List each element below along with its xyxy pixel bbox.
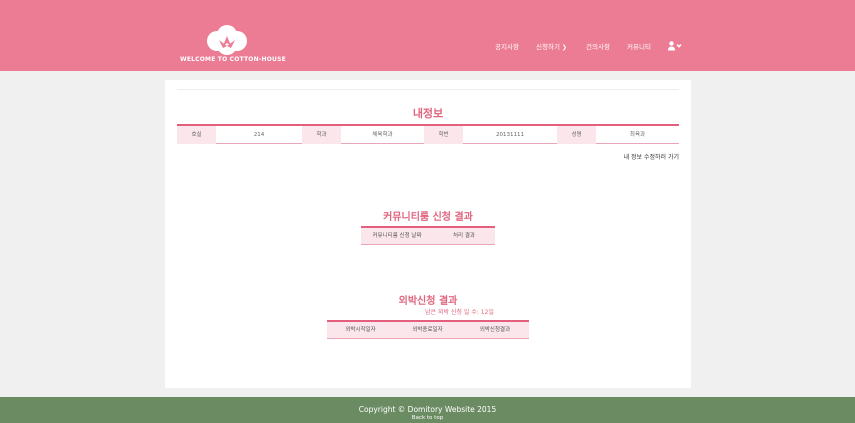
nav-suggestion[interactable]: 건의사항 <box>586 41 610 51</box>
student-id-label: 학번 <box>424 126 463 144</box>
department-value: 체육학과 <box>372 132 393 138</box>
remaining-days-note: 남은 외박 신청 일 수: 12일 <box>425 309 494 316</box>
student-id-value: 20131111 <box>496 132 524 138</box>
overnight-result-table: 외박시작일자 외박종료일자 외박신청결과 <box>327 320 529 339</box>
community-result-table: 커뮤니티룸 신청 날짜 처리 결과 <box>361 226 495 245</box>
my-info-title: 내정보 <box>412 107 444 120</box>
content-card: 내정보 호실 214 학과 체육학과 학번 20131111 성명 최육과 내 … <box>165 80 691 388</box>
column-header-start-date: 외박시작일자 <box>345 327 376 333</box>
nav-apply-label: 신청하기 <box>536 43 560 51</box>
column-header-process-result: 처리 결과 <box>453 233 475 239</box>
nav-community[interactable]: 커뮤니티 <box>627 41 651 51</box>
logo-text: WELCOME TO COTTON-HOUSE <box>180 56 286 63</box>
room-label: 호실 <box>177 126 216 144</box>
my-info-table: 호실 214 학과 체육학과 학번 20131111 성명 최육과 <box>177 124 679 144</box>
column-header-community-date: 커뮤니티룸 신청 날짜 <box>372 233 422 239</box>
divider <box>177 89 679 90</box>
back-to-top-link[interactable]: Back to top <box>0 415 855 421</box>
department-label: 학과 <box>302 126 341 144</box>
overnight-result-title: 외박신청 결과 <box>398 296 458 307</box>
user-menu-icon[interactable] <box>668 41 682 51</box>
site-header: WELCOME TO COTTON-HOUSE 공지사항 신청하기 ❯ 건의사항 … <box>0 0 855 71</box>
main-nav: 공지사항 신청하기 ❯ 건의사항 커뮤니티 <box>0 41 855 53</box>
community-result-title: 커뮤니티룸 신청 결과 <box>383 212 473 223</box>
chevron-down-icon: ❯ <box>561 44 567 51</box>
name-label: 성명 <box>557 126 596 144</box>
nav-notice[interactable]: 공지사항 <box>495 41 519 51</box>
edit-info-link[interactable]: 내 정보 수정하러 가기 <box>624 152 679 161</box>
room-value: 214 <box>253 132 265 138</box>
site-footer: Copyright © Domitory Website 2015 Back t… <box>0 397 855 423</box>
copyright-text: Copyright © Domitory Website 2015 <box>358 405 497 414</box>
column-header-end-date: 외박종료일자 <box>412 327 443 333</box>
column-header-overnight-result: 외박신청결과 <box>479 327 511 333</box>
name-value: 최육과 <box>629 132 646 138</box>
nav-apply-dropdown[interactable]: 신청하기 ❯ <box>536 41 567 51</box>
